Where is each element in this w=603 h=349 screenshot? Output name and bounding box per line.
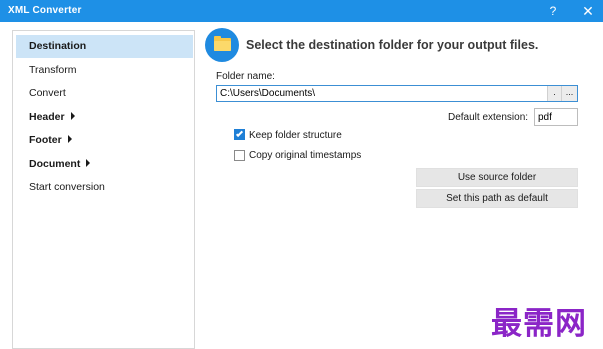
sidebar: Destination Transform Convert Header Foo… — [12, 30, 195, 349]
sidebar-item-footer[interactable]: Footer — [16, 129, 193, 152]
sidebar-item-label: Header — [29, 111, 65, 123]
folder-name-label: Folder name: — [216, 71, 275, 82]
help-button[interactable]: ? — [543, 2, 563, 20]
default-extension-label: Default extension: — [448, 112, 529, 123]
folder-icon — [205, 28, 239, 62]
copy-timestamps-checkbox[interactable] — [234, 150, 245, 161]
keep-folder-structure-checkbox[interactable] — [234, 129, 245, 140]
sidebar-item-start-conversion[interactable]: Start conversion — [16, 176, 193, 199]
page-title: Select the destination folder for your o… — [246, 38, 539, 52]
sidebar-item-document[interactable]: Document — [16, 153, 193, 176]
folder-path-input[interactable] — [216, 85, 578, 102]
copy-timestamps-label: Copy original timestamps — [249, 150, 362, 161]
use-source-folder-button[interactable]: Use source folder — [416, 168, 578, 187]
browse-button[interactable]: ... — [561, 86, 577, 101]
default-extension-input[interactable] — [534, 108, 578, 126]
sidebar-item-label: Start conversion — [29, 181, 105, 193]
sidebar-item-convert[interactable]: Convert — [16, 82, 193, 105]
check-icon — [235, 129, 244, 138]
window-title: XML Converter — [8, 5, 82, 16]
expand-arrow-icon — [86, 159, 91, 167]
watermark-logo: 最需网 — [491, 306, 587, 342]
sidebar-item-destination[interactable]: Destination — [16, 35, 193, 58]
sidebar-item-label: Document — [29, 158, 81, 170]
sidebar-item-label: Footer — [29, 134, 62, 146]
keep-folder-structure-label: Keep folder structure — [249, 130, 342, 141]
sidebar-item-label: Convert — [29, 87, 66, 99]
sidebar-item-label: Transform — [29, 64, 77, 76]
sidebar-item-header[interactable]: Header — [16, 106, 193, 129]
sidebar-item-label: Destination — [29, 40, 87, 52]
expand-arrow-icon — [70, 112, 75, 120]
expand-arrow-icon — [67, 135, 72, 143]
set-path-default-button[interactable]: Set this path as default — [416, 189, 578, 208]
sidebar-item-transform[interactable]: Transform — [16, 59, 193, 82]
close-button[interactable]: ✕ — [578, 2, 598, 20]
title-bar: XML Converter ? ✕ — [0, 0, 603, 22]
folder-options-button[interactable]: . — [547, 86, 561, 101]
